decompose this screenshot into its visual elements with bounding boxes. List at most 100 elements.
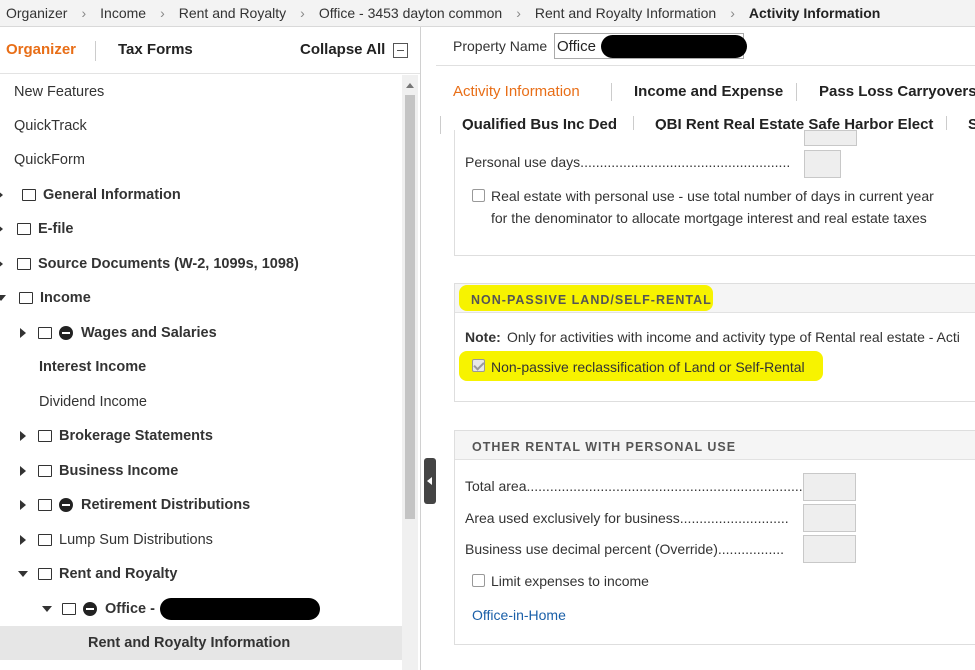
tab-pass-loss-carryovers[interactable]: Pass Loss Carryovers (819, 83, 975, 100)
personal-use-days-label: Personal use days.......................… (465, 154, 791, 170)
tree-item-source-documents[interactable]: Source Documents (W-2, 1099s, 1098) (0, 247, 402, 281)
folder-icon (38, 430, 52, 442)
tree-item-label: New Features (14, 84, 105, 100)
tree-item-label: Income (40, 290, 91, 306)
tree-item-label: Interest Income (39, 359, 147, 375)
organizer-header: Organizer Tax Forms Collapse All (0, 27, 420, 73)
business-pct-input[interactable] (803, 535, 856, 563)
tree-item-brokerage-statements[interactable]: Brokerage Statements (0, 419, 402, 453)
tree-item-quicktrack[interactable]: QuickTrack (0, 109, 402, 143)
organizer-tree: New Features QuickTrack QuickForm Genera… (0, 75, 402, 670)
real-estate-personal-use-checkbox[interactable] (472, 189, 485, 202)
expand-arrow-icon[interactable] (20, 328, 26, 338)
folder-icon (17, 258, 31, 270)
collapse-icon[interactable] (393, 43, 408, 58)
tree-item-new-features[interactable]: New Features (0, 75, 402, 109)
tree-item-label: Wages and Salaries (81, 325, 217, 341)
folder-icon (19, 292, 33, 304)
tab-organizer[interactable]: Organizer (6, 41, 76, 58)
section-header: NON-PASSIVE LAND/SELF-RENTAL (455, 284, 975, 313)
breadcrumb-income[interactable]: Income (92, 5, 154, 21)
scroll-thumb[interactable] (405, 95, 415, 519)
tree-item-business-income[interactable]: Business Income (0, 454, 402, 488)
tree-item-label: General Information (43, 187, 181, 203)
chevron-right-icon: › (516, 5, 521, 21)
collapse-all-button[interactable]: Collapse All (300, 41, 385, 58)
nonpassive-section: NON-PASSIVE LAND/SELF-RENTAL Note: Only … (454, 283, 975, 402)
tree-item-income[interactable]: Income (0, 281, 402, 315)
collapse-arrow-icon[interactable] (18, 571, 28, 577)
divider (436, 65, 975, 66)
expand-arrow-icon[interactable] (0, 224, 3, 234)
minus-circle-icon (83, 602, 97, 616)
expand-arrow-icon[interactable] (20, 431, 26, 441)
tree-item-dividend-income[interactable]: Dividend Income (0, 385, 402, 419)
folder-icon (38, 327, 52, 339)
tree-item-efile[interactable]: E-file (0, 212, 402, 246)
breadcrumb-rent-royalty-info[interactable]: Rent and Royalty Information (527, 5, 724, 21)
tree-item-interest-income[interactable]: Interest Income (0, 350, 402, 384)
area-business-input[interactable] (803, 504, 856, 532)
panel-splitter-handle[interactable] (424, 458, 436, 504)
tree-item-label: Rent and Royalty Information (88, 635, 291, 651)
limit-expenses-checkbox[interactable] (472, 574, 485, 587)
tree-item-rent-royalty[interactable]: Rent and Royalty (0, 557, 402, 591)
organizer-panel: Organizer Tax Forms Collapse All New Fea… (0, 27, 421, 670)
activity-information-panel: Property Name Office Activity Informatio… (436, 27, 975, 670)
tree-item-label: E-file (38, 221, 74, 237)
redaction (601, 35, 747, 58)
tab-income-expense[interactable]: Income and Expense (634, 83, 783, 100)
input-box[interactable] (804, 130, 857, 146)
tree-item-label: Retirement Distributions (81, 497, 251, 513)
real-estate-personal-use-label-2: for the denominator to allocate mortgage… (491, 210, 927, 226)
expand-arrow-icon[interactable] (20, 500, 26, 510)
nonpassive-reclass-checkbox[interactable] (472, 359, 485, 372)
personal-use-days-input[interactable] (804, 150, 841, 178)
chevron-right-icon: › (300, 5, 305, 21)
tree-item-label: Dividend Income (39, 394, 147, 410)
tree-item-lump-sum-distributions[interactable]: Lump Sum Distributions (0, 523, 402, 557)
expand-arrow-icon[interactable] (20, 535, 26, 545)
tab-divider (95, 41, 96, 61)
minus-circle-icon (59, 326, 73, 340)
tree-item-wages-salaries[interactable]: Wages and Salaries (0, 316, 402, 350)
real-estate-personal-use-label: Real estate with personal use - use tota… (491, 188, 934, 204)
tab-activity-information[interactable]: Activity Information (453, 83, 580, 100)
breadcrumb-rent-royalty[interactable]: Rent and Royalty (171, 5, 294, 21)
folder-icon (38, 499, 52, 511)
tree-item-label: Lump Sum Distributions (59, 532, 213, 548)
scroll-up-arrow-icon[interactable] (406, 83, 414, 88)
tree-item-rent-royalty-information[interactable]: Rent and Royalty Information (0, 626, 402, 660)
limit-expenses-label: Limit expenses to income (491, 573, 649, 589)
expand-arrow-icon[interactable] (0, 190, 8, 200)
expand-arrow-icon[interactable] (0, 259, 3, 269)
tree-item-label: Brokerage Statements (59, 428, 213, 444)
tree-item-label: QuickForm (14, 152, 85, 168)
collapse-arrow-icon[interactable] (42, 606, 52, 612)
tab-tax-forms[interactable]: Tax Forms (118, 41, 193, 58)
tab-divider (611, 83, 612, 101)
collapse-arrow-icon[interactable] (0, 295, 6, 301)
personal-use-section: Personal use days.......................… (454, 130, 975, 256)
breadcrumb-organizer[interactable]: Organizer (0, 5, 75, 21)
tree-item-label: Business Income (59, 463, 179, 479)
tree-item-retirement-distributions[interactable]: Retirement Distributions (0, 488, 402, 522)
section-header: OTHER RENTAL WITH PERSONAL USE (455, 431, 975, 460)
breadcrumb-activity-info: Activity Information (748, 5, 881, 21)
chevron-right-icon: › (81, 5, 87, 21)
minus-circle-icon (59, 498, 73, 512)
note-label: Note: (465, 329, 501, 345)
chevron-right-icon: › (730, 5, 735, 21)
breadcrumb-office[interactable]: Office - 3453 dayton common (311, 5, 510, 21)
tree-scrollbar[interactable] (402, 75, 418, 670)
tree-item-quickform[interactable]: QuickForm (0, 143, 402, 177)
folder-icon (38, 465, 52, 477)
office-in-home-link[interactable]: Office-in-Home (472, 607, 566, 623)
tree-item-label: Source Documents (W-2, 1099s, 1098) (38, 256, 299, 272)
expand-arrow-icon[interactable] (20, 466, 26, 476)
section-title: NON-PASSIVE LAND/SELF-RENTAL (471, 293, 712, 307)
tree-item-general-information[interactable]: General Information (0, 178, 402, 212)
total-area-input[interactable] (803, 473, 856, 501)
other-rental-section: OTHER RENTAL WITH PERSONAL USE Total are… (454, 430, 975, 645)
total-area-label: Total area..............................… (465, 478, 834, 494)
